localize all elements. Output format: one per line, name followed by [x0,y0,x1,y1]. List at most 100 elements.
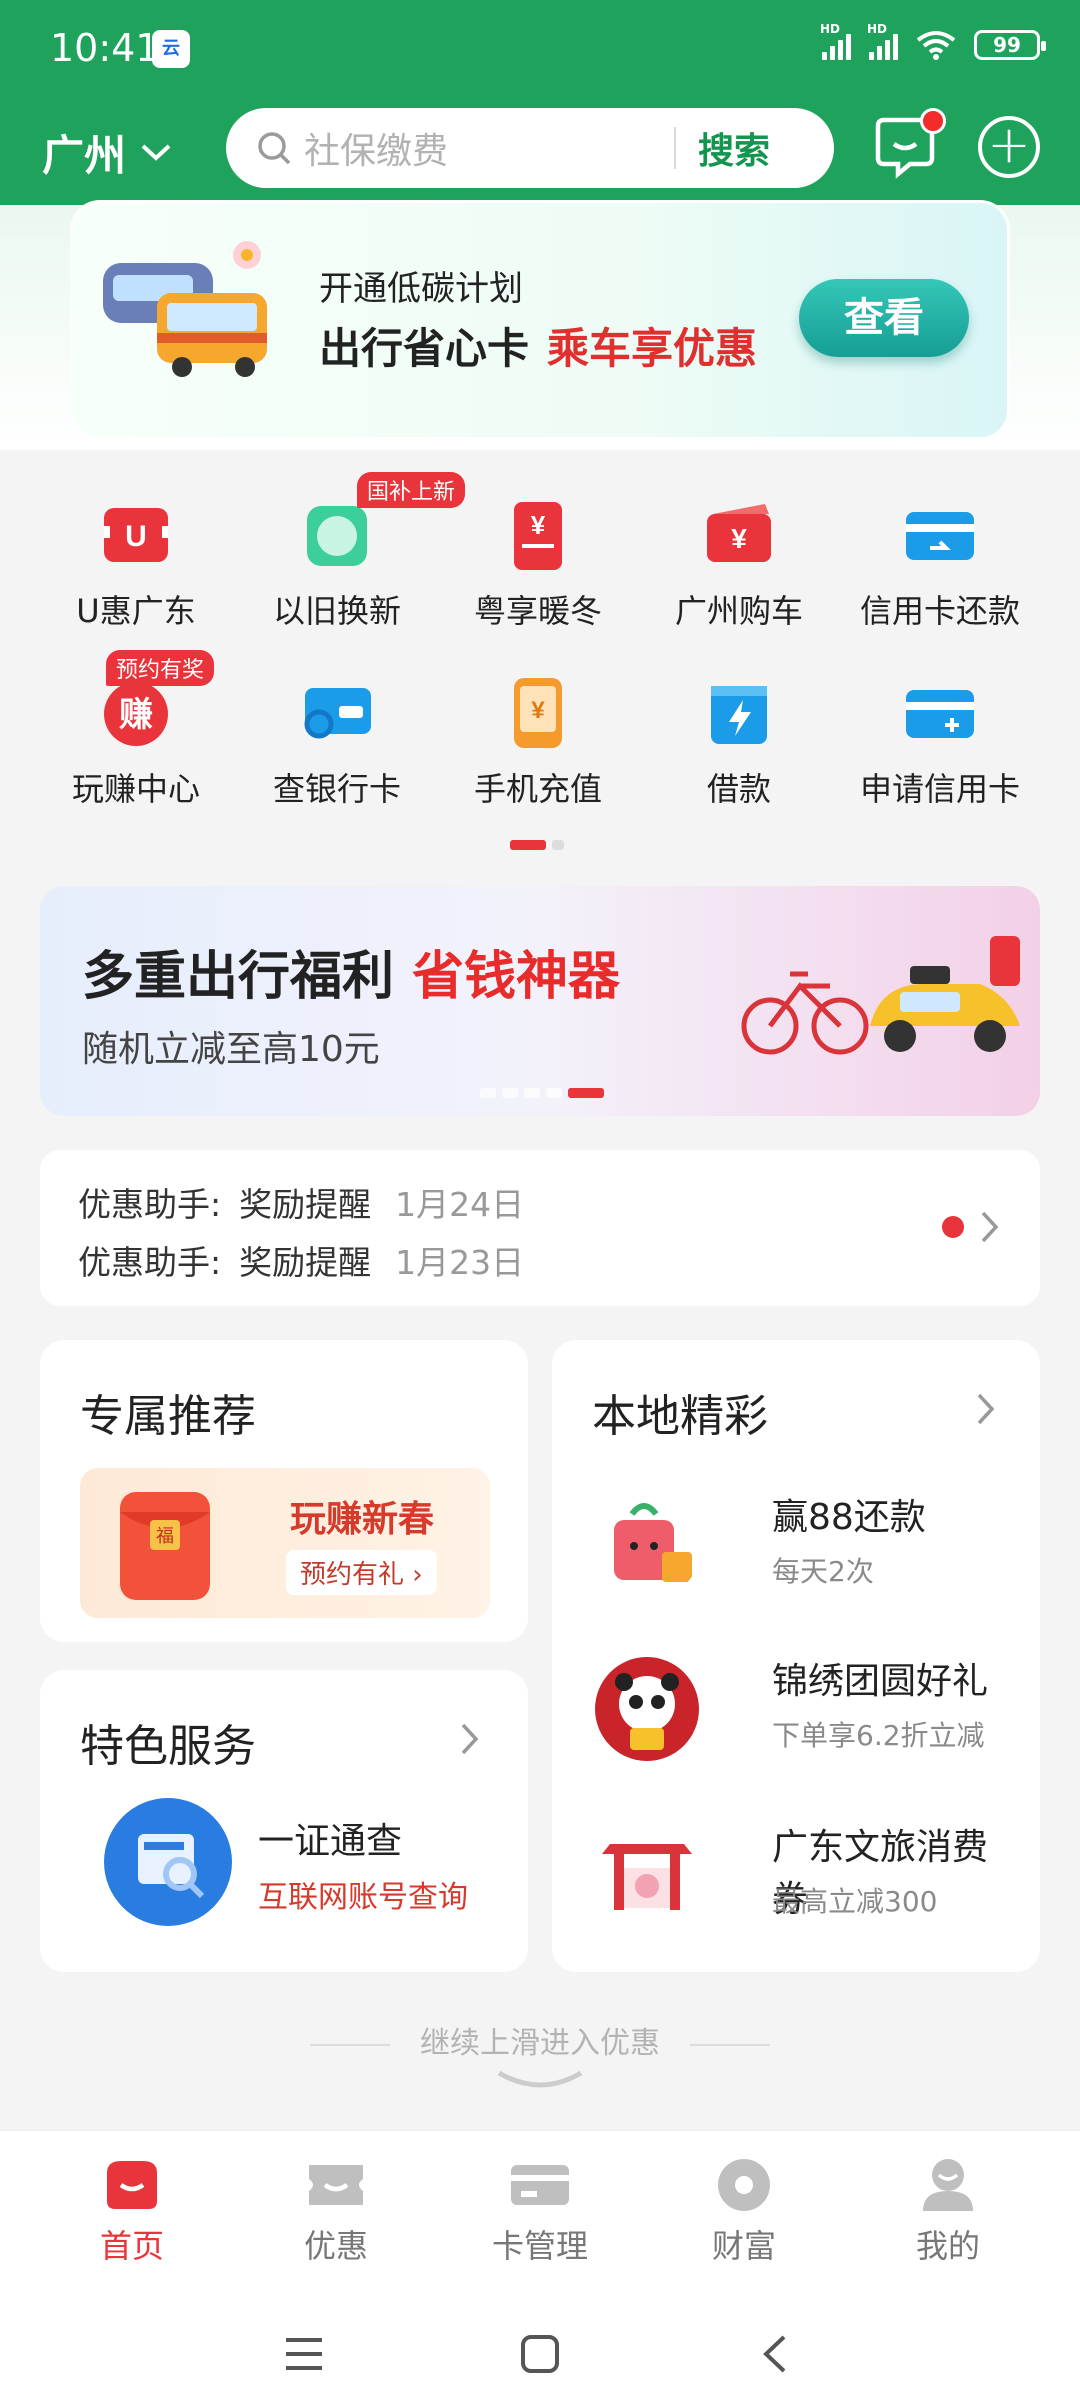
unread-dot [920,108,946,134]
scroll-hint: 继续上滑进入优惠 [0,2018,1080,2101]
grid-item-trade-in[interactable]: 国补上新 以旧换新 [229,472,466,632]
grid-item-loan[interactable]: 借款 [631,672,847,810]
travel-banner-subtitle: 随机立减至高10元 [82,1029,380,1070]
back-icon[interactable] [760,2334,790,2374]
bank-card-query-icon [304,688,371,739]
coupon-icon [309,2165,363,2205]
featured-item-title: 一证通查 [258,1821,403,1862]
tab-label: 财富 [711,2227,776,2265]
spring-festival-promo[interactable]: 福 玩赚新春 预约有礼 › [80,1468,490,1618]
search-bar[interactable]: 社保缴费 搜索 [226,108,834,188]
chevron-right-icon [981,1211,999,1243]
svg-text:¥: ¥ [731,523,747,554]
notice-row: 优惠助手: 奖励提醒 1月24日 [78,1185,525,1224]
search-icon [258,132,291,165]
reward-tag: 预约有奖 [106,650,215,686]
featured-title: 特色服务 [80,1721,256,1772]
tab-wealth[interactable]: 财富 [644,2157,844,2267]
grid-item-bank-card[interactable]: 查银行卡 [229,672,445,810]
local-item-sub: 每天2次 [772,1555,874,1588]
id-query-icon [104,1798,232,1926]
app-notification-icon: 云 [152,30,190,68]
train-bus-illustration [103,241,267,377]
grid-label: 以旧换新 [272,592,401,630]
exclusive-recommend-card[interactable]: 专属推荐 福 玩赚新春 预约有礼 › [40,1340,528,1642]
u-hui-icon: U [104,508,168,562]
tab-offers[interactable]: 优惠 [236,2157,436,2267]
shopping-bag-icon [614,1503,692,1582]
tab-home[interactable]: 首页 [32,2157,232,2267]
grid-label: 申请信用卡 [859,770,1020,808]
notice-row: 优惠助手: 奖励提醒 1月23日 [78,1243,525,1282]
search-button[interactable]: 搜索 [698,122,770,174]
car-purchase-icon: ¥ [707,504,771,562]
winter-coupon-icon: ¥ [514,502,562,570]
low-carbon-banner[interactable]: 开通低碳计划 出行省心卡 乘车享优惠 查看 [70,200,1010,440]
grid-pager [510,840,570,850]
local-item-sub: 最高立减300 [772,1885,938,1918]
reserve-gift-button[interactable]: 预约有礼 › [286,1550,437,1595]
svg-text:福: 福 [156,1526,174,1547]
local-highlights-card[interactable]: 本地精彩 赢88还款 每天2次 锦绣团圆好礼 下单享6.2折立减 广东文旅消费券… [552,1340,1040,1972]
bottom-tab-bar: 首页 优惠 卡管理 财富 我的 [0,2130,1080,2290]
featured-services-card[interactable]: 特色服务 一证通查 互联网账号查询 [40,1670,528,1972]
search-input[interactable]: 社保缴费 [304,122,674,174]
grid-label: U惠广东 [76,592,196,630]
local-item[interactable]: 锦绣团圆好礼 下单享6.2折立减 [592,1644,1022,1784]
grid-item-winter[interactable]: ¥ 粤享暖冬 [430,494,646,632]
tab-mine[interactable]: 我的 [848,2157,1048,2267]
panda-icon [595,1657,699,1761]
grid-label: 手机充值 [473,770,602,808]
local-item-title: 赢88还款 [772,1497,926,1538]
grid-item-apply-card[interactable]: 申请信用卡 [832,672,1048,810]
promo-title: 玩赚新春 [290,1499,435,1540]
grid-item-earn[interactable]: 赚 预约有奖 玩赚中心 [28,650,244,810]
view-button[interactable]: 查看 [799,279,969,357]
tab-label: 卡管理 [491,2227,588,2265]
loan-icon [711,686,767,744]
search-divider [674,127,676,169]
red-envelope-icon: 福 [120,1492,210,1600]
local-item[interactable]: 广东文旅消费券 最高立减300 [592,1810,1022,1950]
tab-label: 首页 [99,2227,164,2265]
exclusive-title: 专属推荐 [80,1391,256,1442]
tab-card-manage[interactable]: 卡管理 [440,2157,640,2267]
apply-credit-card-icon [906,690,974,738]
grid-label: 粤享暖冬 [473,592,602,630]
status-bar: 10:41 云 HD HD 99 [0,0,1080,100]
city-name: 广州 [42,131,127,180]
grid-item-car[interactable]: ¥ 广州购车 [631,494,847,632]
notice-card[interactable]: 优惠助手: 奖励提醒 1月24日 优惠助手: 奖励提醒 1月23日 [40,1150,1040,1306]
bike-taxi-illustration [741,936,1020,1055]
menu-icon[interactable] [284,2336,324,2372]
wifi-icon [916,31,956,60]
grid-item-recharge[interactable]: ¥ 手机充值 [430,672,646,810]
chevron-right-icon [977,1393,995,1425]
signal-icon-2: HD [867,22,898,60]
wealth-icon [718,2159,770,2211]
add-button[interactable]: + [978,116,1040,178]
credit-card-repay-icon [906,512,974,560]
local-item-sub: 下单享6.2折立减 [772,1719,985,1752]
grid-item-u-hui[interactable]: U U惠广东 [28,494,244,632]
grid-item-credit-repay[interactable]: 信用卡还款 [832,494,1048,632]
city-selector[interactable]: 广州 [42,122,172,183]
signal-icon: HD [820,22,851,60]
chevron-right-icon [461,1723,479,1755]
svg-text:赚: 赚 [119,695,153,735]
profile-icon [923,2159,973,2211]
banner-pager [480,1088,604,1098]
grid-label: 广州购车 [674,592,803,630]
grid-label: 查银行卡 [272,770,401,808]
scroll-arc-icon [497,2070,583,2088]
card-icon [511,2165,569,2205]
home-square-icon[interactable] [520,2334,560,2374]
svg-text:¥: ¥ [531,510,546,540]
grid-label: 信用卡还款 [859,592,1020,630]
chevron-down-icon [141,144,171,161]
travel-benefit-banner[interactable]: 多重出行福利 省钱神器 随机立减至高10元 [40,886,1040,1116]
system-navigation-bar [0,2290,1080,2400]
local-item[interactable]: 赢88还款 每天2次 [592,1480,1022,1620]
message-button[interactable] [872,108,946,180]
unread-dot [942,1216,964,1238]
